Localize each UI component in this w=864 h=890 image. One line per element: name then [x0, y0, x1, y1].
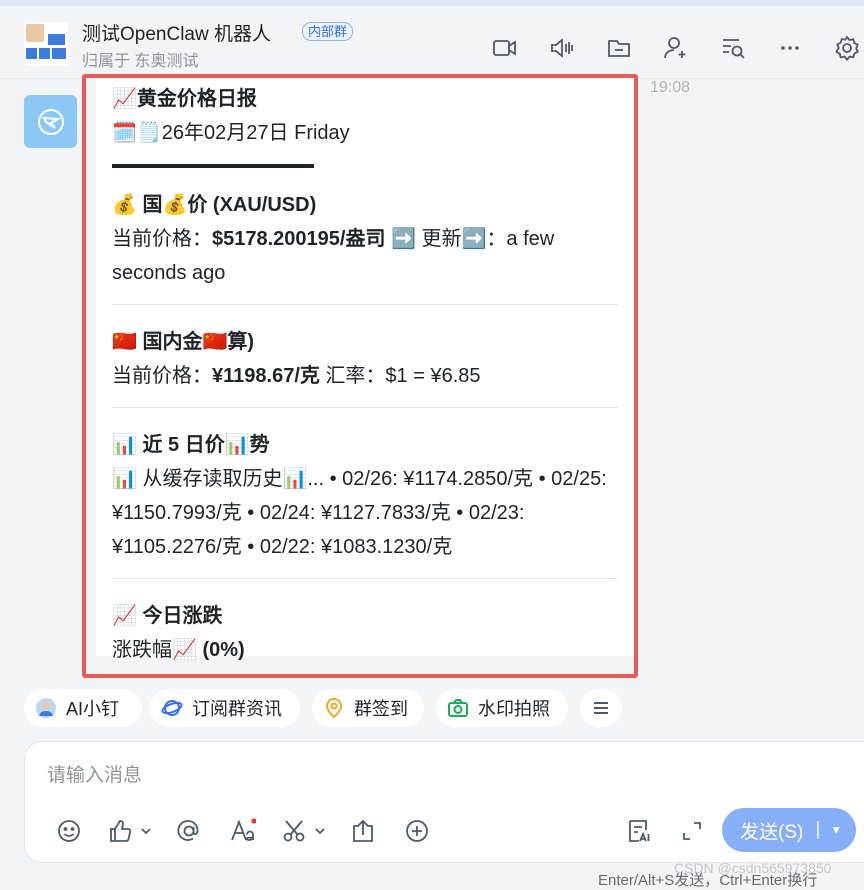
chat-header: 测试OpenClaw 机器人 内部群 归属于 东奥测试 [0, 6, 864, 79]
send-shortcut-hint: Enter/Alt+S发送，Ctrl+Enter换行 [598, 872, 818, 889]
send-options-chevron-icon[interactable]: ▼ [830, 823, 842, 837]
quick-action-label: 订阅群资讯 [192, 699, 282, 719]
section-line: 当前价格：¥1198.67/克 汇率：$1 = ¥6.85 [112, 359, 618, 393]
avatar-tile-icon [52, 48, 66, 59]
report-date: 🗓️🗒️26年02月27日 Friday [112, 122, 350, 144]
message-content: 📈黄金价格日报 🗓️🗒️26年02月27日 Friday 💰 国💰价 (XAU/… [112, 78, 618, 667]
add-member-icon[interactable] [662, 34, 690, 62]
text-format-icon[interactable] [228, 816, 258, 846]
section-divider [112, 304, 618, 305]
settings-icon[interactable] [833, 34, 861, 62]
message-bubble[interactable]: 📈黄金价格日报 🗓️🗒️26年02月27日 Friday 💰 国💰价 (XAU/… [96, 78, 634, 661]
exchange-rate: 汇率：$1 = ¥6.85 [319, 365, 481, 387]
title-divider [112, 164, 314, 168]
quick-action-ai[interactable]: AI小钉 [24, 689, 142, 727]
quick-action-menu-button[interactable] [580, 689, 622, 727]
quick-action-subscribe[interactable]: 订阅群资讯 [150, 689, 300, 727]
section-line: 当前价格：$5178.200195/盎司 ➡️ 更新➡️：a few secon… [112, 222, 618, 290]
quick-action-label: AI小钉 [66, 699, 120, 719]
section-divider [112, 407, 618, 408]
group-avatar[interactable] [24, 22, 68, 66]
highlighted-message: 📈黄金价格日报 🗓️🗒️26年02月27日 Friday 💰 国💰价 (XAU/… [82, 74, 638, 678]
section-heading: 📊 近 5 日价📊势 [112, 434, 270, 456]
section-heading: 🇨🇳 国内金🇨🇳算) [112, 331, 255, 353]
message-composer[interactable]: 请输入消息 发送(S) | ▼ [24, 741, 864, 863]
send-divider: | [815, 819, 821, 840]
expand-icon[interactable] [677, 816, 707, 846]
message-timestamp: 19:08 [650, 79, 691, 96]
internal-group-badge: 内部群 [302, 22, 354, 41]
location-pin-icon [322, 696, 346, 720]
folder-icon[interactable] [605, 34, 633, 62]
ai-avatar-icon [34, 696, 58, 720]
mention-icon[interactable] [174, 816, 204, 846]
section-heading: 💰 国💰价 (XAU/USD) [112, 194, 317, 216]
avatar-tile-icon [26, 48, 37, 59]
change-label: 涨跌幅📈 [112, 639, 203, 661]
avatar-face-icon [26, 24, 44, 42]
message-area: 19:08 📈黄金价格日报 🗓️🗒️26年02月27日 Friday 💰 国💰价… [0, 74, 864, 685]
voice-call-icon[interactable] [548, 34, 576, 62]
section-heading: 📈 今日涨跌 [112, 605, 223, 627]
emoji-icon[interactable] [54, 816, 84, 846]
menu-icon [594, 702, 608, 714]
ai-compose-icon[interactable] [623, 816, 653, 846]
screenshot-icon[interactable] [280, 816, 328, 846]
quick-action-label: 群签到 [354, 699, 408, 719]
send-button-label: 发送(S) [740, 821, 804, 843]
like-icon[interactable] [106, 816, 154, 846]
chat-subtitle: 归属于 东奥测试 [82, 53, 199, 70]
chat-title[interactable]: 测试OpenClaw 机器人 [82, 19, 271, 46]
section-line: 涨跌幅📈 (0%) [112, 633, 618, 667]
domestic-price-value: ¥1198.67/克 [212, 365, 320, 387]
quick-action-checkin[interactable]: 群签到 [312, 689, 424, 727]
message-input-placeholder[interactable]: 请输入消息 [47, 760, 142, 787]
avatar-tile-icon [39, 48, 50, 59]
bot-avatar[interactable] [24, 95, 77, 148]
search-history-icon[interactable] [719, 34, 747, 62]
avatar-tile-icon [48, 34, 65, 45]
report-title: 📈黄金价格日报 [112, 88, 257, 110]
quick-action-watermark-camera[interactable]: 水印拍照 [436, 689, 568, 727]
quick-action-label: 水印拍照 [478, 699, 550, 719]
section-divider [112, 578, 618, 579]
price-history: 📊 从缓存读取历史📊... • 02/26: ¥1174.2850/克 • 02… [112, 468, 607, 558]
add-more-icon[interactable] [402, 816, 432, 846]
change-value: (0%) [202, 639, 245, 661]
upload-file-icon[interactable] [348, 816, 378, 846]
more-icon[interactable] [776, 34, 804, 62]
price-label: 当前价格： [112, 228, 212, 250]
intl-price-value: $5178.200195/盎司 [212, 228, 386, 250]
send-button[interactable]: 发送(S) | ▼ [722, 808, 856, 852]
camera-icon [446, 696, 470, 720]
video-call-icon[interactable] [491, 34, 519, 62]
price-label: 当前价格： [112, 365, 212, 387]
subscribe-icon [160, 696, 184, 720]
dingtalk-bot-icon [37, 108, 64, 135]
